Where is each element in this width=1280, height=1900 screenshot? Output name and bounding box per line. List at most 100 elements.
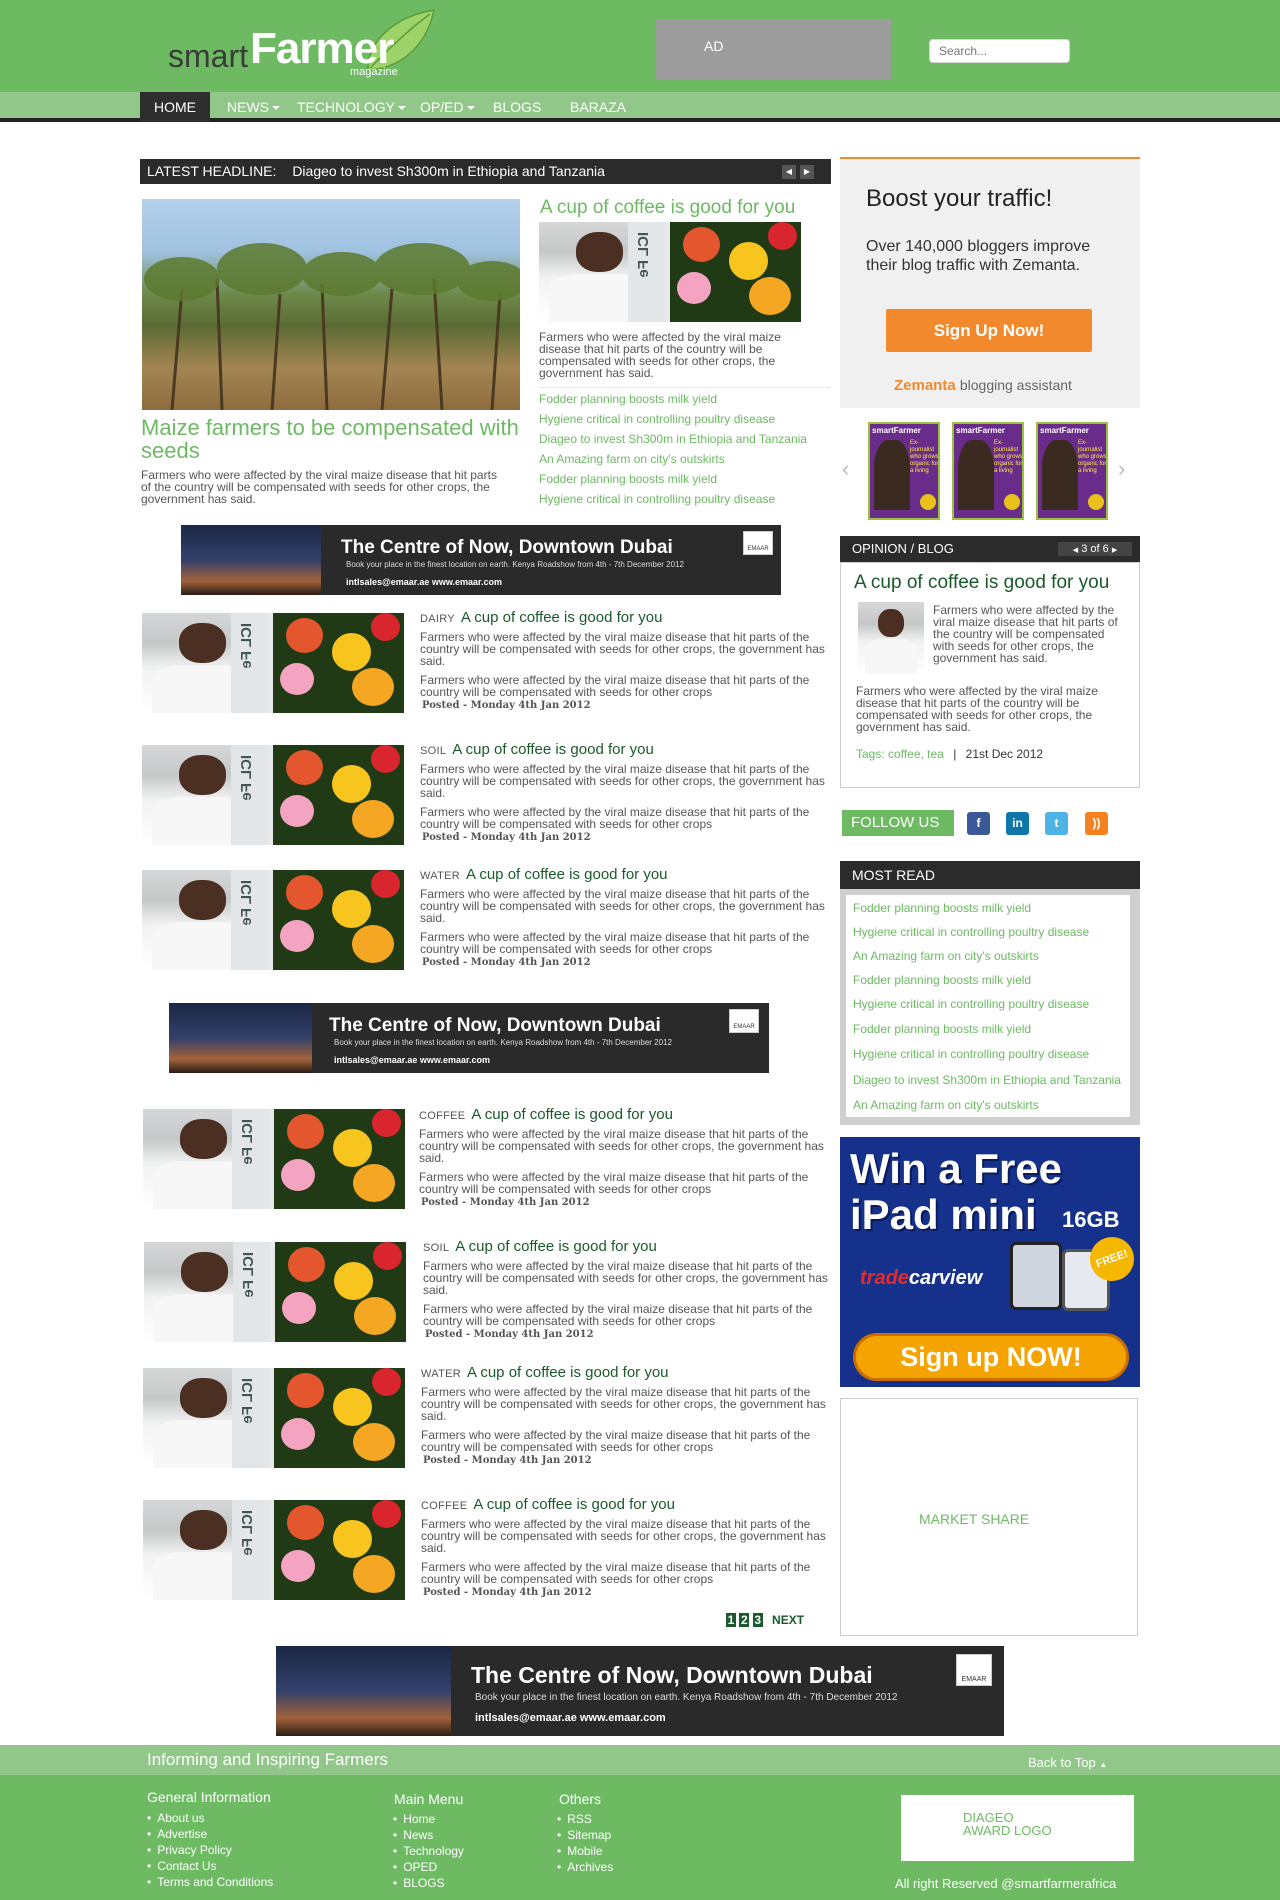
most-read-link[interactable]: An Amazing farm on city's outskirts — [853, 949, 1039, 963]
most-read-link[interactable]: An Amazing farm on city's outskirts — [853, 1098, 1039, 1112]
facebook-icon[interactable]: f — [967, 812, 990, 835]
article-category[interactable]: WATER — [421, 1368, 461, 1380]
photo-head — [179, 1119, 227, 1159]
photo-banner-text: ICL Fe — [238, 880, 256, 926]
feature-title[interactable]: Maize farmers to be compensated with see… — [141, 416, 531, 462]
article-category[interactable]: COFFEE — [419, 1110, 465, 1122]
article-category[interactable]: COFFEE — [421, 1500, 467, 1512]
article-image[interactable]: ICL Fe — [144, 1242, 406, 1342]
article-title[interactable]: DAIRY A cup of coffee is good for you — [420, 609, 662, 626]
tags-links[interactable]: coffee, tea — [888, 747, 944, 761]
most-read-link[interactable]: Fodder planning boosts milk yield — [853, 901, 1031, 915]
twitter-icon[interactable]: t — [1045, 812, 1068, 835]
article-image[interactable]: ICL Fe — [143, 1109, 405, 1209]
nav-baraza[interactable]: BARAZA — [570, 92, 626, 122]
zemanta-signup-button[interactable]: Sign Up Now! — [886, 309, 1092, 352]
dubai-banner-ad[interactable]: The Centre of Now, Downtown Dubai Book y… — [169, 1003, 769, 1073]
most-read-link[interactable]: Diageo to invest Sh300m in Ethiopia and … — [853, 1073, 1121, 1087]
arrow-left-icon[interactable]: ◀ — [782, 165, 796, 179]
zemanta-body: Over 140,000 bloggers improve their blog… — [866, 238, 1091, 274]
headline-link[interactable]: Diageo to invest Sh300m in Ethiopia and … — [539, 432, 830, 452]
site-logo[interactable]: smart Farmer magazine — [168, 8, 438, 84]
most-read-link[interactable]: Hygiene critical in controlling poultry … — [853, 997, 1089, 1011]
most-read-link[interactable]: Hygiene critical in controlling poultry … — [853, 925, 1089, 939]
magazine-cover[interactable]: smartFarmer Ex-journalist who grows organ… — [1036, 422, 1108, 520]
arrow-right-icon[interactable]: ▶ — [1112, 547, 1117, 554]
headline-link[interactable]: Hygiene critical in controlling poultry … — [539, 412, 830, 432]
footer-link[interactable]: News — [393, 1828, 433, 1842]
article-category[interactable]: WATER — [420, 870, 460, 882]
article-category[interactable]: SOIL — [423, 1242, 449, 1254]
feature-image[interactable] — [142, 199, 527, 411]
magazine-cover[interactable]: smartFarmer Ex-journalist who grows organ… — [868, 422, 940, 520]
zemanta-ad[interactable]: Boost your traffic! Over 140,000 blogger… — [840, 157, 1140, 408]
magazine-cover[interactable]: smartFarmer Ex-journalist who grows organ… — [952, 422, 1024, 520]
header-ad[interactable]: AD — [656, 19, 891, 80]
page-link[interactable]: 1 — [726, 1613, 736, 1627]
footer-link[interactable]: OPED — [393, 1860, 437, 1874]
nav-home[interactable]: HOME — [140, 92, 210, 122]
article-image[interactable]: ICL Fe — [142, 870, 404, 970]
side-feature-title[interactable]: A cup of coffee is good for you — [540, 197, 795, 219]
footer-link[interactable]: Terms and Conditions — [147, 1875, 273, 1889]
latest-headline-link[interactable]: Diageo to invest Sh300m in Ethiopia and … — [292, 163, 605, 179]
article-image[interactable]: ICL Fe — [142, 745, 404, 845]
most-read-link[interactable]: Hygiene critical in controlling poultry … — [853, 1047, 1089, 1061]
dubai-banner-ad[interactable]: The Centre of Now, Downtown Dubai Book y… — [276, 1646, 1004, 1736]
dubai-banner-ad[interactable]: The Centre of Now, Downtown Dubai Book y… — [181, 525, 781, 595]
opinion-title[interactable]: A cup of coffee is good for you — [854, 572, 1109, 594]
footer-link[interactable]: Archives — [557, 1860, 613, 1874]
headline-link[interactable]: An Amazing farm on city's outskirts — [539, 452, 830, 472]
footer-link[interactable]: Advertise — [147, 1827, 207, 1841]
article-category[interactable]: DAIRY — [420, 613, 455, 625]
footer-link[interactable]: Mobile — [557, 1844, 602, 1858]
side-feature-image[interactable]: ICL Fe — [539, 222, 801, 322]
headline-link[interactable]: Fodder planning boosts milk yield — [539, 392, 830, 412]
headline-link[interactable]: Fodder planning boosts milk yield — [539, 472, 830, 492]
most-read-link[interactable]: Fodder planning boosts milk yield — [853, 1022, 1031, 1036]
footer-link[interactable]: BLOGS — [393, 1876, 444, 1890]
nav-technology[interactable]: TECHNOLOGY — [297, 92, 407, 122]
article-image[interactable]: ICL Fe — [142, 613, 404, 713]
most-read-link[interactable]: Fodder planning boosts milk yield — [853, 973, 1031, 987]
flower-shape — [287, 1114, 324, 1149]
back-to-top-link[interactable]: Back to Top ▲ — [1028, 1755, 1107, 1770]
footer-link[interactable]: Contact Us — [147, 1859, 216, 1873]
article-category[interactable]: SOIL — [420, 745, 446, 757]
footer-link[interactable]: RSS — [557, 1812, 592, 1826]
footer-link[interactable]: About us — [147, 1811, 204, 1825]
nav-news[interactable]: NEWS — [227, 92, 280, 122]
headline-link[interactable]: Hygiene critical in controlling poultry … — [539, 492, 830, 512]
article-title-text: A cup of coffee is good for you — [452, 741, 654, 758]
article-title[interactable]: WATER A cup of coffee is good for you — [420, 866, 668, 883]
nav-blogs[interactable]: BLOGS — [493, 92, 541, 122]
footer-link[interactable]: Privacy Policy — [147, 1843, 232, 1857]
search-input[interactable] — [929, 39, 1070, 63]
chevron-left-icon[interactable]: ‹ — [842, 456, 849, 482]
page-link[interactable]: 2 — [739, 1613, 750, 1627]
footer-link[interactable]: Sitemap — [557, 1828, 611, 1842]
chevron-down-icon — [398, 106, 407, 111]
nav-oped[interactable]: OP/ED — [420, 92, 475, 122]
photo-head — [179, 1510, 227, 1550]
rss-icon[interactable]: )) — [1085, 812, 1108, 835]
icon-glyph: t — [1054, 816, 1059, 830]
brand-part-b: carview — [908, 1267, 983, 1289]
linkedin-icon[interactable]: in — [1006, 812, 1029, 835]
chevron-right-icon[interactable]: › — [1118, 456, 1125, 482]
article-title[interactable]: WATER A cup of coffee is good for you — [421, 1364, 669, 1381]
article-title[interactable]: COFFEE A cup of coffee is good for you — [421, 1496, 675, 1513]
article-image[interactable]: ICL Fe — [143, 1368, 405, 1468]
page-link[interactable]: 3 — [752, 1613, 763, 1627]
article-title[interactable]: SOIL A cup of coffee is good for you — [420, 741, 654, 758]
arrow-right-icon[interactable]: ▶ — [800, 165, 814, 179]
article-title[interactable]: COFFEE A cup of coffee is good for you — [419, 1106, 673, 1123]
article-image[interactable]: ICL Fe — [143, 1500, 405, 1600]
next-link[interactable]: NEXT — [772, 1613, 804, 1627]
arrow-left-icon[interactable]: ◀ — [1073, 547, 1078, 554]
footer-link[interactable]: Technology — [393, 1844, 464, 1858]
article-title[interactable]: SOIL A cup of coffee is good for you — [423, 1238, 657, 1255]
ipad-signup-button[interactable]: Sign up NOW! — [853, 1333, 1129, 1381]
footer-link[interactable]: Home — [393, 1812, 435, 1826]
ipad-ad[interactable]: Win a Free iPad mini 16GB tradecarview F… — [840, 1137, 1140, 1387]
